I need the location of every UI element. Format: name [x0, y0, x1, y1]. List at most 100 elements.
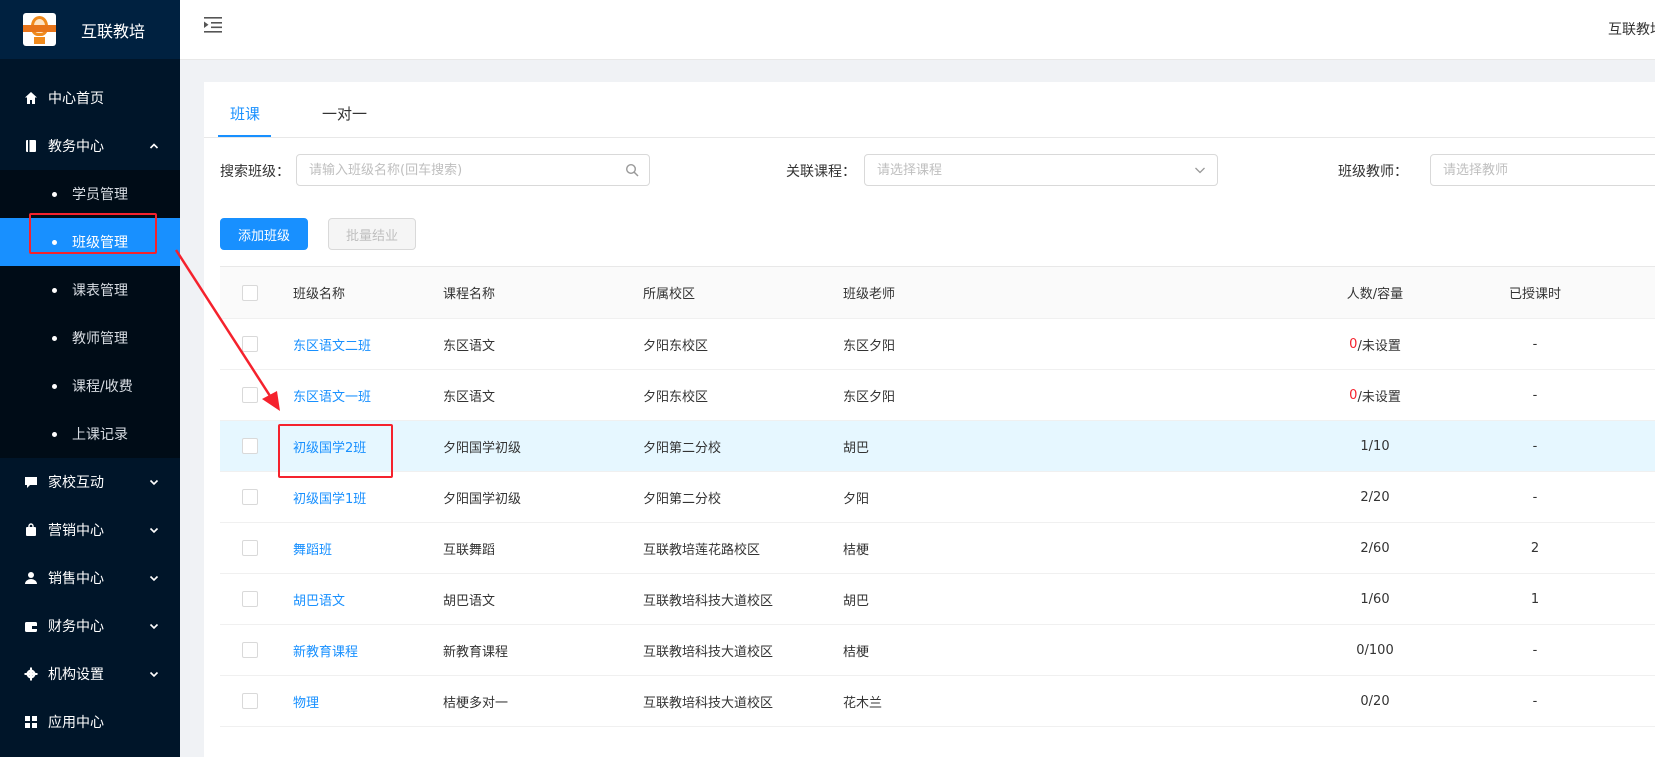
class-name-link[interactable]: 物理: [293, 692, 319, 711]
row-select-cell: [242, 472, 258, 522]
add-class-button[interactable]: 添加班级: [220, 218, 308, 250]
sidebar-item-home[interactable]: 中心首页: [0, 74, 180, 122]
col-header-teacher[interactable]: 班级老师: [843, 267, 895, 318]
col-header-hours[interactable]: 已授课时: [1460, 267, 1610, 318]
table-row: 新教育课程 新教育课程 互联教培科技大道校区 桔梗 0/100 -: [220, 625, 1655, 676]
class-search-field[interactable]: [296, 154, 650, 186]
class-name-link[interactable]: 初级国学2班: [293, 437, 366, 456]
class-name-cell: 初级国学1班: [293, 472, 366, 522]
sidebar-item-academic[interactable]: 教务中心: [0, 122, 180, 170]
class-name-link[interactable]: 胡巴语文: [293, 590, 345, 609]
sidebar-item-label: 课程/收费: [72, 379, 133, 395]
col-header-course[interactable]: 课程名称: [443, 267, 495, 318]
teacher-cell: 桔梗: [843, 644, 870, 660]
teacher-cell: 东区夕阳: [843, 338, 896, 354]
sidebar-item-label: 营销中心: [48, 523, 104, 539]
bag-icon: [24, 523, 38, 537]
campus-cell: 互联教培科技大道校区: [643, 593, 774, 609]
tab-bar: 班课 一对一: [204, 82, 1655, 138]
tab-ink-bar: [218, 135, 271, 137]
row-select-cell: [242, 676, 258, 726]
sidebar-item-label: 销售中心: [48, 571, 104, 587]
class-table: 班级名称 课程名称 所属校区 班级老师 人数/容量 已授课时 东区语文二班 东区语…: [220, 266, 1655, 727]
class-name-link[interactable]: 舞蹈班: [293, 539, 332, 558]
sidebar-item-courses[interactable]: 课程/收费: [0, 362, 180, 410]
class-name-link[interactable]: 初级国学1班: [293, 488, 366, 507]
teacher-cell: 东区夕阳: [843, 389, 896, 405]
row-checkbox[interactable]: [242, 438, 258, 454]
search-icon[interactable]: [625, 163, 639, 177]
row-checkbox[interactable]: [242, 693, 258, 709]
sidebar: 互联教培 中心首页 教务中心 学员管理 班级管理 课表管理 教师管理 课程/收费…: [0, 0, 180, 757]
teacher-cell: 花木兰: [843, 695, 883, 711]
teacher-cell: 胡巴: [843, 440, 870, 456]
teacher-select[interactable]: [1430, 154, 1655, 186]
sidebar-item-apps[interactable]: 应用中心: [0, 698, 180, 746]
student-count: 0: [1349, 336, 1358, 352]
sidebar-item-classes[interactable]: 班级管理: [0, 218, 180, 266]
count-cell: 1/60: [1310, 574, 1440, 624]
count-cell: 0/100: [1310, 625, 1440, 675]
chevron-up-icon: [149, 143, 159, 149]
class-name-link[interactable]: 新教育课程: [293, 641, 358, 660]
class-name-cell: 新教育课程: [293, 625, 358, 675]
select-all-checkbox[interactable]: [242, 284, 258, 301]
student-count: 0: [1360, 693, 1369, 709]
course-cell: 东区语文: [443, 338, 496, 354]
table-row: 胡巴语文 胡巴语文 互联教培科技大道校区 胡巴 1/60 1: [220, 574, 1655, 625]
course-cell: 胡巴语文: [443, 593, 496, 609]
sidebar-item-timetable[interactable]: 课表管理: [0, 266, 180, 314]
header-user-text[interactable]: 互联教培: [1608, 19, 1655, 39]
tab-class-course[interactable]: 班课: [230, 103, 260, 124]
col-header-name[interactable]: 班级名称: [293, 267, 345, 318]
table-header-row: 班级名称 课程名称 所属校区 班级老师 人数/容量 已授课时: [220, 267, 1655, 319]
campus-cell: 夕阳第二分校: [643, 491, 722, 507]
row-select-cell: [242, 625, 258, 675]
class-search-input[interactable]: [297, 155, 649, 185]
class-name-link[interactable]: 东区语文一班: [293, 386, 371, 405]
teacher-cell: 夕阳: [843, 491, 870, 507]
count-cell: 0/未设置: [1310, 319, 1440, 369]
chevron-down-icon: [1195, 167, 1205, 174]
course-cell: 东区语文: [443, 389, 496, 405]
capacity: /60: [1368, 591, 1390, 607]
course-filter-label: 关联课程：: [786, 164, 856, 180]
course-cell: 桔梗多对一: [443, 695, 509, 711]
table-row: 初级国学1班 夕阳国学初级 夕阳第二分校 夕阳 2/20 -: [220, 472, 1655, 523]
class-name-link[interactable]: 东区语文二班: [293, 335, 371, 354]
sidebar-item-label: 应用中心: [48, 715, 104, 731]
campus-cell: 夕阳第二分校: [643, 440, 722, 456]
sidebar-item-sales[interactable]: 销售中心: [0, 554, 180, 602]
course-select[interactable]: [864, 154, 1218, 186]
sidebar-item-teachers[interactable]: 教师管理: [0, 314, 180, 362]
row-checkbox[interactable]: [242, 336, 258, 352]
row-checkbox[interactable]: [242, 387, 258, 403]
sidebar-item-finance[interactable]: 财务中心: [0, 602, 180, 650]
sidebar-item-label: 中心首页: [48, 91, 104, 107]
tab-one-on-one[interactable]: 一对一: [322, 103, 367, 124]
sidebar-item-home-school[interactable]: 家校互动: [0, 458, 180, 506]
row-checkbox[interactable]: [242, 591, 258, 607]
table-row: 初级国学2班 夕阳国学初级 夕阳第二分校 胡巴 1/10 -: [220, 421, 1655, 472]
row-checkbox[interactable]: [242, 489, 258, 505]
sub-menu-academic: 学员管理 班级管理 课表管理 教师管理 课程/收费 上课记录: [0, 170, 180, 458]
row-select-cell: [242, 370, 258, 420]
row-checkbox[interactable]: [242, 540, 258, 556]
app-title: 互联教培: [81, 21, 146, 41]
student-count: 2: [1360, 489, 1369, 505]
sidebar-item-label: 家校互动: [48, 475, 104, 491]
batch-graduate-button[interactable]: 批量结业: [328, 218, 416, 250]
sidebar-item-students[interactable]: 学员管理: [0, 170, 180, 218]
sidebar-item-settings[interactable]: 机构设置: [0, 650, 180, 698]
hours-cell: -: [1532, 489, 1538, 505]
teacher-select-input[interactable]: [1431, 155, 1655, 185]
course-select-input[interactable]: [865, 155, 1217, 185]
teacher-cell: 胡巴: [843, 593, 870, 609]
col-header-count[interactable]: 人数/容量: [1310, 267, 1440, 318]
menu-fold-icon[interactable]: [204, 16, 224, 34]
row-checkbox[interactable]: [242, 642, 258, 658]
sidebar-item-records[interactable]: 上课记录: [0, 410, 180, 458]
col-header-campus[interactable]: 所属校区: [643, 267, 695, 318]
hours-cell: -: [1532, 438, 1538, 454]
sidebar-item-marketing[interactable]: 营销中心: [0, 506, 180, 554]
